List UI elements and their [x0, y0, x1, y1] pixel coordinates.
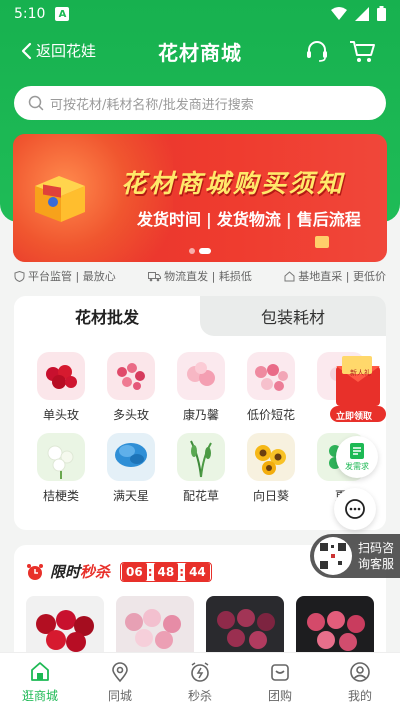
gypsophila-icon [107, 433, 155, 481]
category-label: 康乃馨 [182, 408, 219, 422]
gift-caption: 新人礼 [350, 369, 371, 377]
new-user-gift-button[interactable]: 新人礼 立即领取 [328, 352, 388, 426]
nav-label: 我的 [347, 689, 372, 703]
short-flower-icon [247, 352, 295, 400]
red-rose-icon [37, 352, 85, 400]
countdown-separator: : [179, 564, 185, 579]
nav-label: 同城 [107, 689, 132, 703]
status-time: 5:10 [14, 6, 46, 22]
category-label: 满天星 [112, 489, 149, 503]
post-request-button[interactable]: 发需求 [336, 436, 378, 478]
notification-badge: A [55, 7, 70, 21]
category-item-carnation[interactable]: 康乃馨 [166, 352, 236, 423]
customer-service-icon[interactable] [304, 38, 330, 64]
user-icon [350, 662, 370, 682]
countdown-hours: 06 [122, 562, 147, 581]
alarm-icon [191, 662, 209, 682]
location-icon [112, 662, 128, 683]
category-item-eustoma[interactable]: 桔梗类 [26, 433, 96, 504]
home-icon [284, 270, 295, 281]
promo-banner[interactable]: 花材商城购买须知 发货时间 | 发货物流 | 售后流程 [13, 134, 387, 262]
document-icon [350, 443, 364, 459]
nav-item-flash-sale[interactable]: 秒杀 [160, 653, 240, 712]
tab-packaging-supplies[interactable]: 包装耗材 [200, 296, 386, 336]
search-input[interactable]: 可按花材/耗材名称/批发商进行搜索 [14, 86, 386, 120]
category-label: 向日葵 [252, 489, 289, 503]
category-item-short-flower[interactable]: 低价短花 [236, 352, 306, 423]
nav-item-local[interactable]: 同城 [80, 653, 160, 712]
qr-code-icon [314, 537, 352, 575]
pagination-dot[interactable] [189, 248, 195, 254]
category-label: 配花草 [182, 489, 219, 503]
nav-item-group-buy[interactable]: 团购 [240, 653, 320, 712]
shield-icon [14, 270, 25, 282]
search-icon [28, 95, 44, 111]
category-item-gypsophila[interactable]: 满天星 [96, 433, 166, 504]
category-label: 低价短花 [246, 408, 295, 422]
category-item-spray-rose[interactable]: 多头玫 [96, 352, 166, 423]
category-item-sunflower[interactable]: 向日葵 [236, 433, 306, 504]
nav-item-profile[interactable]: 我的 [320, 653, 400, 712]
banner-title: 花材商城购买须知 [121, 169, 346, 198]
nav-label: 秒杀 [187, 689, 212, 703]
feature-item: 基地直采 | 更低价 [284, 268, 386, 284]
spray-rose-icon [107, 352, 155, 400]
truck-icon [148, 271, 162, 281]
chat-button[interactable] [334, 488, 376, 530]
banner-subtitle: 发货时间 | 发货物流 | 售后流程 [137, 210, 361, 229]
countdown-seconds: 44 [185, 562, 210, 581]
scan-qr-consult-button[interactable]: 扫码咨 询客服 [310, 534, 400, 578]
category-label: 桔梗类 [42, 489, 79, 503]
gift-label: 立即领取 [336, 412, 373, 422]
carnation-icon [177, 352, 225, 400]
nav-label: 逛商城 [21, 689, 58, 703]
qr-line-2: 询客服 [358, 557, 395, 571]
countdown-separator: : [147, 564, 153, 579]
banner-subtitle-item: 发货物流 [216, 210, 281, 229]
nav-bar: 返回花娃 花材商城 [0, 34, 400, 70]
tab-flower-wholesale[interactable]: 花材批发 [14, 296, 200, 336]
countdown-minutes: 48 [153, 562, 179, 581]
post-request-label: 发需求 [345, 462, 369, 471]
qr-line-1: 扫码咨 [358, 541, 395, 555]
flash-title-part1: 限时 [50, 563, 81, 581]
banner-subtitle-item: 发货时间 [137, 210, 202, 229]
banner-subtitle-item: 售后流程 [296, 210, 361, 229]
feature-item: 平台监管 | 最放心 [14, 268, 116, 284]
signal-icon [355, 6, 369, 21]
greenery-icon [177, 433, 225, 481]
pagination-dot-active[interactable] [199, 248, 211, 254]
small-gift-icon [315, 236, 329, 248]
gift-box-illustration [35, 176, 85, 222]
group-buy-icon [271, 664, 289, 681]
sunflower-icon [247, 433, 295, 481]
flash-title-part2: 秒杀 [80, 563, 111, 581]
nav-item-shop[interactable]: 逛商城 [0, 653, 80, 712]
feature-label: 物流直发 | 耗损低 [164, 270, 252, 283]
wifi-icon [331, 6, 347, 20]
chat-icon [345, 499, 365, 519]
category-item-single-rose[interactable]: 单头玫 [26, 352, 96, 423]
banner-pagination [13, 248, 387, 254]
bottom-navigation: 逛商城 同城 秒杀 团购 我的 [0, 652, 400, 712]
category-label: 单头玫 [42, 408, 79, 422]
countdown-timer: 06 : 48 : 44 [120, 561, 212, 582]
feature-label: 平台监管 | 最放心 [28, 270, 116, 283]
shop-icon [31, 662, 49, 681]
qr-consult-text: 扫码咨 询客服 [358, 540, 394, 572]
battery-icon [377, 6, 386, 21]
alarm-clock-icon [27, 563, 43, 580]
feature-label: 基地直采 | 更低价 [298, 270, 386, 283]
status-bar: 5:10 A [0, 0, 400, 28]
nav-label: 团购 [267, 689, 292, 703]
search-placeholder: 可按花材/耗材名称/批发商进行搜索 [50, 97, 254, 113]
category-item-greenery[interactable]: 配花草 [166, 433, 236, 504]
category-label: 多头玫 [112, 408, 149, 422]
eustoma-icon [37, 433, 85, 481]
cart-icon[interactable] [348, 38, 376, 64]
feature-item: 物流直发 | 耗损低 [148, 268, 252, 284]
flash-sale-title: 限时秒杀 [50, 561, 110, 582]
category-tabs: 花材批发 包装耗材 [14, 296, 386, 336]
feature-row: 平台监管 | 最放心 物流直发 | 耗损低 基地直采 | 更低价 [14, 268, 386, 284]
